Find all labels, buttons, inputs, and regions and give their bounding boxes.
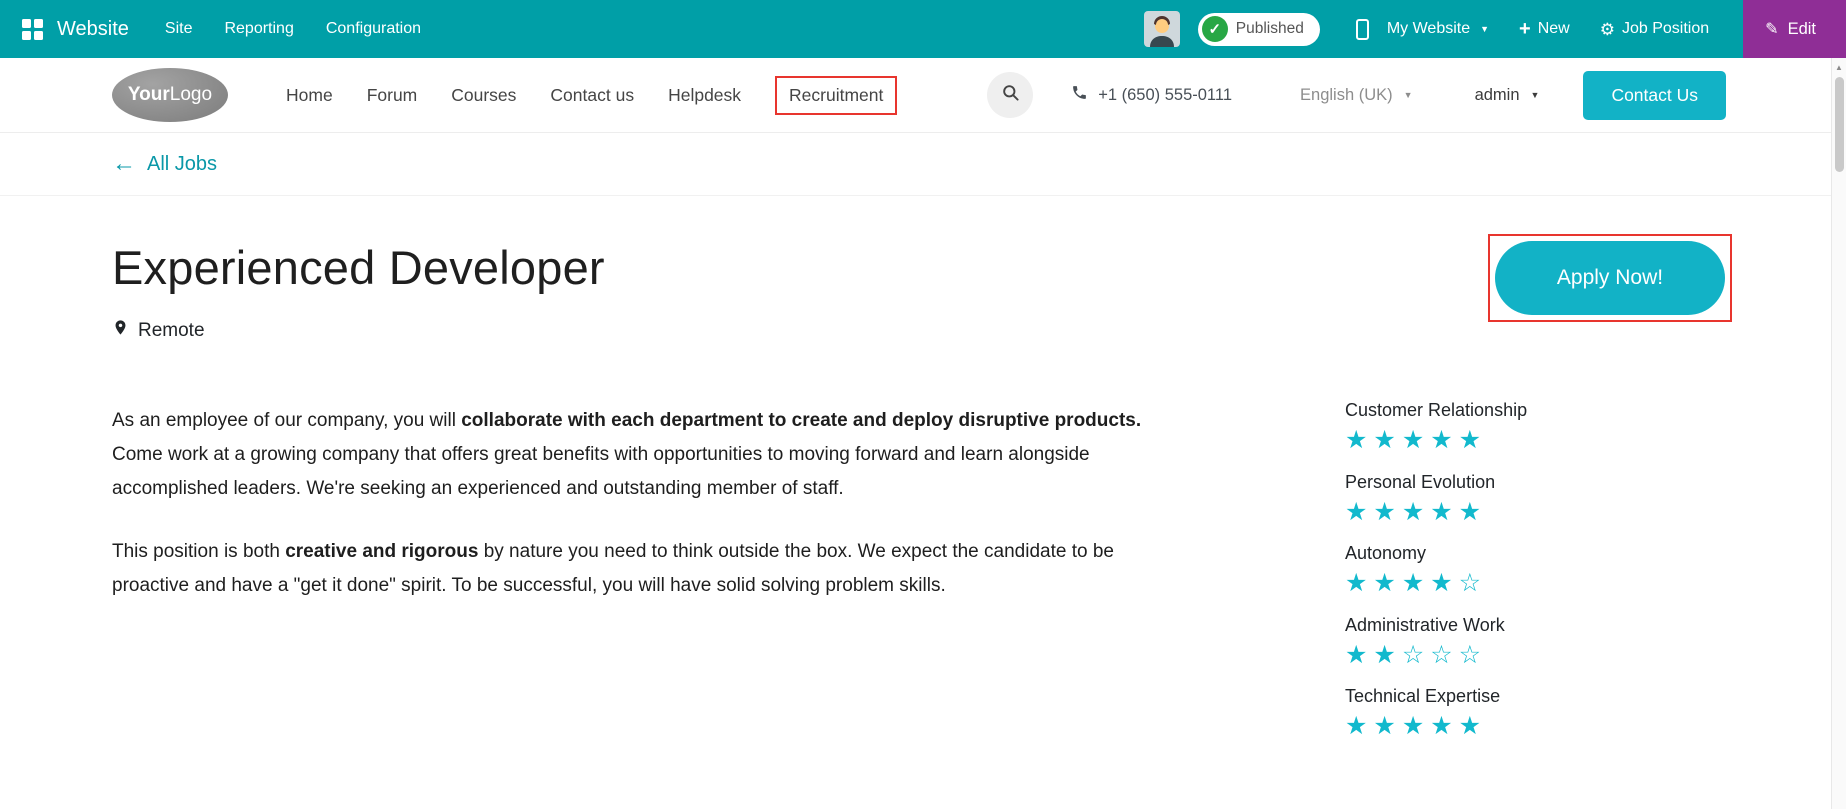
job-location-label: Remote [138, 319, 205, 341]
user-avatar[interactable] [1143, 11, 1180, 47]
top-admin-bar: Website Site Reporting Configuration ✓ P… [0, 0, 1846, 58]
job-position-label: Job Position [1621, 20, 1710, 37]
skill-label: Customer Relationship [1345, 400, 1528, 420]
recruitment-annotation-box: Recruitment [775, 75, 898, 115]
skill-administrative-work: Administrative Work ★★☆☆☆ [1345, 615, 1527, 670]
menu-configuration[interactable]: Configuration [326, 20, 421, 38]
all-jobs-back-link[interactable]: ← All Jobs [112, 152, 217, 176]
skill-label: Technical Expertise [1345, 686, 1501, 706]
job-position-menu[interactable]: ⚙ Job Position [1600, 20, 1709, 38]
site-logo-text-2: Logo [169, 84, 213, 105]
job-description: As an employee of our company, you will … [112, 404, 1182, 603]
back-arrow-icon: ← [112, 150, 136, 177]
scrollbar-thumb[interactable] [1834, 77, 1844, 172]
nav-courses[interactable]: Courses [451, 85, 516, 106]
skill-ratings: Customer Relationship ★★★★★ Personal Evo… [1345, 400, 1527, 758]
mobile-preview-icon[interactable] [1355, 18, 1369, 40]
published-toggle[interactable]: ✓ Published [1197, 12, 1320, 46]
site-logo-text-1: Your [127, 84, 170, 105]
skill-personal-evolution: Personal Evolution ★★★★★ [1345, 472, 1527, 527]
apply-annotation-box: Apply Now! [1488, 234, 1732, 322]
location-pin-icon [112, 317, 129, 344]
user-menu[interactable]: admin ▼ [1475, 86, 1540, 105]
star-rating: ★★★★★ [1345, 497, 1488, 526]
skill-label: Administrative Work [1345, 614, 1505, 635]
star-rating: ★★★★★ [1345, 426, 1488, 454]
contact-us-button[interactable]: Contact Us [1583, 70, 1726, 120]
all-jobs-label: All Jobs [147, 152, 218, 175]
main-navigation: Home Forum Courses Contact us Helpdesk R… [286, 75, 898, 115]
chevron-down-icon: ▼ [1530, 90, 1540, 100]
published-label: Published [1235, 20, 1304, 37]
edit-button-label: Edit [1787, 19, 1816, 38]
website-selector-label: My Website [1386, 20, 1471, 37]
skill-technical-expertise: Technical Expertise ★★★★★ [1345, 686, 1527, 741]
edit-button[interactable]: ✎ Edit [1743, 0, 1846, 58]
nav-helpdesk[interactable]: Helpdesk [668, 85, 741, 106]
published-check-icon: ✓ [1201, 16, 1228, 42]
page-scrollbar[interactable]: ▲ [1831, 58, 1846, 809]
user-name: admin [1474, 85, 1520, 104]
nav-forum[interactable]: Forum [367, 85, 418, 106]
nav-recruitment[interactable]: Recruitment [789, 85, 883, 105]
apply-now-button[interactable]: Apply Now! [1495, 241, 1725, 315]
new-button[interactable]: + New [1519, 19, 1570, 39]
star-rating: ★★☆☆☆ [1345, 640, 1488, 669]
language-label: English (UK) [1300, 85, 1393, 104]
apps-grid-icon[interactable] [22, 18, 43, 40]
website-selector[interactable]: My Website ▼ [1387, 20, 1489, 38]
chevron-down-icon: ▼ [1403, 90, 1413, 100]
scroll-up-arrow-icon[interactable]: ▲ [1832, 58, 1846, 72]
star-rating: ★★★★★ [1345, 712, 1488, 740]
search-button[interactable] [987, 72, 1034, 118]
site-logo[interactable]: Your Logo [112, 68, 228, 122]
skill-label: Autonomy [1345, 543, 1427, 563]
skill-customer-relationship: Customer Relationship ★★★★★ [1345, 400, 1527, 455]
gear-icon: ⚙ [1599, 19, 1615, 39]
phone-number: +1 (650) 555-0111 [1098, 85, 1233, 104]
star-rating: ★★★★☆ [1345, 569, 1488, 597]
job-description-paragraph-2: This position is both creative and rigor… [112, 540, 1114, 596]
pencil-icon: ✎ [1765, 21, 1779, 38]
new-button-label: New [1537, 20, 1570, 37]
phone-link[interactable]: +1 (650) 555-0111 [1071, 84, 1232, 106]
skill-label: Personal Evolution [1345, 471, 1496, 492]
language-selector[interactable]: English (UK) ▼ [1300, 86, 1413, 105]
breadcrumb: ← All Jobs [0, 133, 1846, 196]
job-description-paragraph-1: As an employee of our company, you will … [112, 410, 1142, 500]
plus-icon: + [1519, 18, 1531, 40]
menu-reporting[interactable]: Reporting [224, 20, 293, 38]
skill-autonomy: Autonomy ★★★★☆ [1345, 543, 1527, 598]
website-header: Your Logo Home Forum Courses Contact us H… [0, 58, 1846, 133]
app-name-website[interactable]: Website [57, 18, 129, 41]
chevron-down-icon: ▼ [1480, 24, 1490, 34]
phone-icon [1071, 84, 1088, 106]
search-icon [1001, 83, 1020, 107]
nav-home[interactable]: Home [286, 85, 333, 106]
nav-contact-us[interactable]: Contact us [550, 85, 634, 106]
menu-site[interactable]: Site [165, 20, 193, 38]
